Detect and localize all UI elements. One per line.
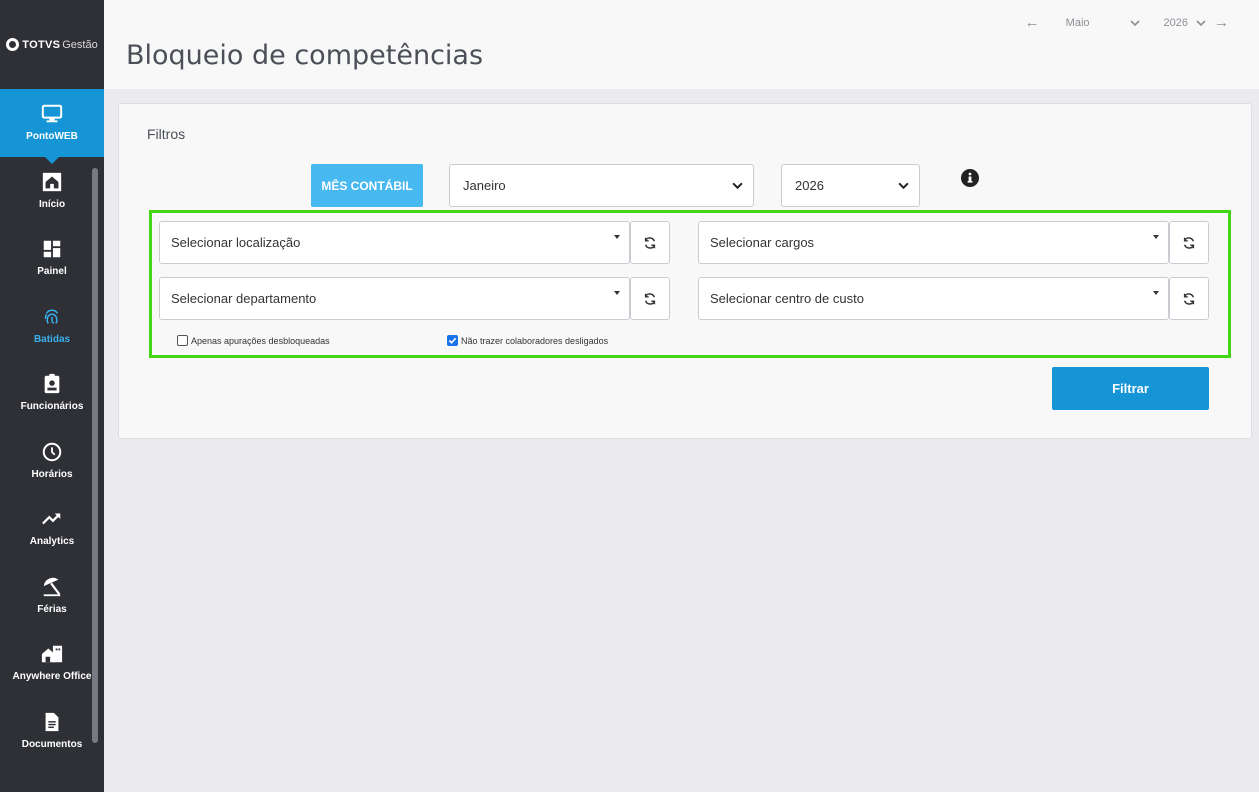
centro-custo-refresh-button[interactable] — [1169, 277, 1209, 320]
month-picker[interactable]: Maio — [1048, 17, 1140, 29]
sidebar-item-label: Funcionários — [20, 401, 84, 413]
sidebar-item-inicio[interactable]: Início — [0, 157, 104, 225]
chevron-down-icon — [1129, 19, 1140, 26]
sidebar-item-label: Anywhere Office — [12, 671, 92, 683]
logo-suffix: Gestão — [62, 38, 98, 51]
filtrar-button[interactable]: Filtrar — [1052, 367, 1209, 410]
year-picker[interactable]: 2026 — [1156, 17, 1206, 29]
chevron-down-icon — [732, 182, 743, 190]
info-icon[interactable] — [961, 169, 979, 187]
localizacao-dropdown[interactable]: Selecionar localização — [159, 221, 630, 264]
localizacao-dropdown-label: Selecionar localização — [171, 235, 301, 250]
month-label: Maio — [1065, 16, 1090, 29]
departamento-dropdown[interactable]: Selecionar departamento — [159, 277, 630, 320]
sidebar-item-analytics[interactable]: Analytics — [0, 494, 104, 562]
refresh-icon — [1183, 292, 1195, 305]
checkbox-checked[interactable] — [447, 335, 458, 346]
fingerprint-icon — [44, 309, 59, 324]
document-icon — [45, 712, 59, 731]
chevron-down-icon — [1196, 19, 1206, 26]
sidebar-item-horarios[interactable]: Horários — [0, 427, 104, 495]
sidebar-item-label: Analytics — [29, 536, 75, 548]
caret-down-icon — [614, 235, 620, 239]
centro-custo-dropdown-label: Selecionar centro de custo — [710, 291, 864, 306]
caret-down-icon — [1153, 291, 1159, 295]
refresh-icon — [1183, 236, 1195, 249]
sidebar-item-label: Horários — [31, 468, 73, 480]
next-arrow-icon[interactable]: → — [1214, 14, 1229, 31]
cargos-dropdown[interactable]: Selecionar cargos — [698, 221, 1169, 264]
cargos-dropdown-label: Selecionar cargos — [710, 235, 815, 250]
caret-down-icon — [1153, 235, 1159, 239]
trend-icon — [42, 513, 61, 525]
home-icon — [42, 172, 62, 191]
page-title: Bloqueio de competências — [126, 40, 484, 71]
house-icon — [41, 646, 63, 663]
sidebar-item-label: PontoWEB — [26, 131, 78, 143]
check-icon — [448, 337, 457, 344]
centro-custo-dropdown[interactable]: Selecionar centro de custo — [698, 277, 1169, 320]
refresh-icon — [644, 236, 656, 249]
departamento-refresh-button[interactable] — [630, 277, 670, 320]
nao-trazer-desligados-checkbox[interactable]: Não trazer colaboradores desligados — [447, 335, 608, 346]
checkbox-label: Não trazer colaboradores desligados — [461, 335, 609, 346]
sidebar-item-batidas[interactable]: Batidas — [0, 292, 104, 360]
chevron-down-icon — [898, 182, 909, 190]
clock-icon — [42, 442, 62, 462]
sidebar-item-label: Batidas — [33, 333, 71, 345]
filters-card: Filtros MÊS CONTÁBIL Janeiro 2026 Seleci… — [118, 103, 1252, 439]
sidebar-item-pontoweb[interactable]: PontoWEB — [0, 89, 104, 163]
badge-icon — [44, 374, 60, 394]
month-select[interactable]: Janeiro — [449, 164, 754, 207]
umbrella-icon — [43, 577, 61, 596]
sidebar-item-label: Início — [38, 198, 66, 210]
year-label: 2026 — [1163, 16, 1188, 29]
sidebar-item-ferias[interactable]: Férias — [0, 562, 104, 630]
apenas-desbloqueadas-checkbox[interactable]: Apenas apurações desbloqueadas — [177, 335, 330, 346]
year-select[interactable]: 2026 — [781, 164, 920, 207]
sidebar-item-documentos[interactable]: Documentos — [0, 697, 104, 765]
localizacao-refresh-button[interactable] — [630, 221, 670, 264]
departamento-dropdown-label: Selecionar departamento — [171, 291, 317, 306]
previous-arrow-icon[interactable]: ← — [1025, 14, 1040, 31]
year-select-value: 2026 — [795, 178, 824, 193]
mes-contabil-button[interactable]: MÊS CONTÁBIL — [311, 164, 423, 207]
sidebar-item-funcionarios[interactable]: Funcionários — [0, 359, 104, 427]
sidebar-item-anywhere-office[interactable]: Anywhere Office — [0, 629, 104, 697]
monitor-icon — [41, 104, 63, 123]
sidebar-item-label: Painel — [37, 266, 67, 278]
sidebar-item-painel[interactable]: Painel — [0, 224, 104, 292]
sidebar-item-label: Documentos — [21, 738, 83, 750]
sidebar-item-label: Férias — [37, 603, 67, 615]
refresh-icon — [644, 292, 656, 305]
caret-down-icon — [614, 291, 620, 295]
checkbox-label: Apenas apurações desbloqueadas — [191, 335, 330, 346]
filters-title: Filtros — [147, 126, 186, 142]
sidebar: TOTVS Gestão PontoWEB Início Painel Bati… — [0, 0, 104, 792]
logo-brand: TOTVS — [22, 38, 61, 51]
sidebar-scrollbar[interactable] — [92, 168, 98, 743]
month-select-value: Janeiro — [463, 178, 506, 193]
period-selector: ← Maio 2026 → — [1025, 14, 1229, 31]
logo-mark-icon — [6, 38, 20, 51]
checkbox-unchecked[interactable] — [177, 335, 188, 346]
dashboard-icon — [43, 241, 61, 258]
cargos-refresh-button[interactable] — [1169, 221, 1209, 264]
top-header: Bloqueio de competências ← Maio 2026 → — [104, 0, 1259, 89]
app-logo[interactable]: TOTVS Gestão — [0, 0, 104, 89]
